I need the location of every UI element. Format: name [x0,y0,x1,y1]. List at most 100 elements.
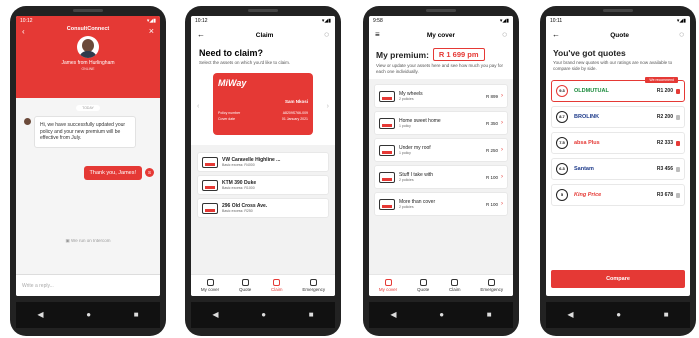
claim-heading: Need to claim? [199,48,264,58]
quote-item[interactable]: 7.5 absa Plus R2 333 [551,132,685,154]
reply-input[interactable]: Write a reply... [16,274,160,296]
signal-icon: ▾◢▮ [321,18,331,24]
back-nav-icon[interactable]: ◀ [567,311,573,319]
bookmark-icon[interactable] [676,140,680,146]
quote-item[interactable]: 8.7 BROLINK R2 200 [551,106,685,128]
sent-indicator: S [145,168,154,177]
tab-emergency[interactable]: Emergency [480,279,503,292]
tab-quote[interactable]: Quote [417,279,429,292]
claim-icon [451,279,459,286]
asset-item[interactable]: 296 Old Cross Ave. Basic excess: R250 [197,198,329,218]
status-bar: 10:12 ▾◢▮ [191,16,335,26]
back-nav-icon[interactable]: ◀ [37,311,43,319]
phone-quote: 10:11 ▾◢▮ ← Quote ◌ You've got quotes Yo… [540,6,696,336]
recents-nav-icon[interactable]: ■ [309,311,314,319]
status-bar: 9:58 ▾◢▮ [369,16,513,26]
chat-icon[interactable]: ◌ [324,31,329,39]
home-nav-icon[interactable]: ● [261,311,266,319]
android-navbar: ◀ ● ■ [191,302,335,328]
chevron-right-icon: › [501,174,503,180]
bag-icon [379,171,395,183]
tab-claim[interactable]: Claim [271,279,283,292]
bookmark-icon[interactable] [676,114,680,120]
phone-speaker [248,9,278,12]
chevron-right-icon: › [501,147,503,153]
status-time: 9:58 [373,18,383,24]
home-nav-icon[interactable]: ● [616,311,621,319]
recents-nav-icon[interactable]: ■ [487,311,492,319]
quote-item[interactable]: 5 King Price R3 678 [551,184,685,206]
tab-quote[interactable]: Quote [239,279,251,292]
chat-icon[interactable]: ◌ [679,31,684,39]
car-icon [379,90,395,102]
menu-icon[interactable]: ≡ [375,31,380,39]
date-label: TODAY [76,105,100,111]
android-navbar: ◀ ● ■ [546,302,690,328]
policy-card[interactable]: MiWay Sam Nkosi Policy number A8209S766-… [213,73,313,135]
quote-item-recommended[interactable]: We recommend 9.3 OLDMUTUAL R1 200 [551,77,685,102]
close-icon[interactable]: × [149,26,154,36]
chevron-right-icon[interactable]: › [327,103,329,110]
tab-my-cover[interactable]: My cover [379,279,397,292]
status-time: 10:12 [195,18,208,24]
cover-item[interactable]: Under my roof 1 policy R 250 › [374,138,508,162]
card-carousel[interactable]: ‹ MiWay Sam Nkosi Policy number A8209S76… [191,73,335,145]
asset-item[interactable]: VW Caravelle Highline ... Basic excess: R… [197,152,329,172]
status-bar: 10:12 ▾◢▮ [16,16,160,26]
home-nav-icon[interactable]: ● [439,311,444,319]
quote-item[interactable]: 6.3 Santam R3 456 [551,158,685,180]
bookmark-icon[interactable] [676,166,680,172]
bookmark-icon[interactable] [676,88,680,94]
chevron-right-icon: › [501,93,503,99]
asset-item[interactable]: KTM 390 Duke Basic excess: R1000 [197,175,329,195]
page-title: Claim [255,31,274,39]
recents-nav-icon[interactable]: ■ [134,311,139,319]
claim-icon [273,279,281,286]
app-showcase: 10:12 ▾◢▮ ‹ ConsultConnect × James from … [0,0,699,338]
compare-button[interactable]: Compare [551,270,685,288]
brand-logo: MiWay [218,78,247,88]
quote-screen: 10:11 ▾◢▮ ← Quote ◌ You've got quotes Yo… [546,16,690,296]
quote-subtitle: Your brand new quotes with our ratings a… [553,60,673,71]
chat-screen: 10:12 ▾◢▮ ‹ ConsultConnect × James from … [16,16,160,296]
signal-icon: ▾◢▮ [499,18,509,24]
chevron-right-icon: › [501,120,503,126]
back-arrow-icon[interactable]: ← [552,31,560,39]
tab-claim[interactable]: Claim [449,279,461,292]
tab-my-cover[interactable]: My cover [201,279,219,292]
cover-item[interactable]: More than cover 2 policies R 100 › [374,192,508,216]
outgoing-message: Thank you, James! S [16,165,154,180]
chat-title: ConsultConnect [66,26,110,32]
phone-speaker [73,9,103,12]
back-nav-icon[interactable]: ◀ [390,311,396,319]
incoming-message: Hi, we have successfully updated your po… [24,116,160,148]
rating-badge: 6.3 [556,163,568,175]
tab-emergency[interactable]: Emergency [302,279,325,292]
back-arrow-icon[interactable]: ‹ [22,27,25,36]
quote-heading: You've got quotes [553,48,626,58]
recents-nav-icon[interactable]: ■ [664,311,669,319]
premium-value: R 1 699 pm [432,48,485,61]
rating-badge: 5 [556,189,568,201]
brand-logo: OLDMUTUAL [574,88,609,94]
rating-badge: 9.3 [556,85,568,97]
back-nav-icon[interactable]: ◀ [212,311,218,319]
gift-icon [379,198,395,210]
back-arrow-icon[interactable]: ← [197,31,205,39]
home-nav-icon[interactable]: ● [86,311,91,319]
intercom-credit: ▣ We run on Intercom [65,238,111,243]
phone-cover: 9:58 ▾◢▮ ≡ My cover ◌ My premium: R 1 69… [363,6,519,336]
date-divider: TODAY [16,105,160,111]
claim-subtitle: Select the assets on which you'd like to… [199,60,291,65]
document-icon [241,279,249,286]
cover-item[interactable]: Home sweet home 1 policy R 350 › [374,111,508,135]
sofa-icon [379,144,395,156]
chat-icon[interactable]: ◌ [502,31,507,39]
signal-icon: ▾◢▮ [676,18,686,24]
status-time: 10:12 [20,18,33,24]
cover-item[interactable]: My wheels 2 policies R 899 › [374,84,508,108]
bookmark-icon[interactable] [676,192,680,198]
status-bar: 10:11 ▾◢▮ [546,16,690,26]
cover-item[interactable]: Stuff I take with 2 policies R 100 › [374,165,508,189]
chevron-left-icon[interactable]: ‹ [197,103,199,110]
